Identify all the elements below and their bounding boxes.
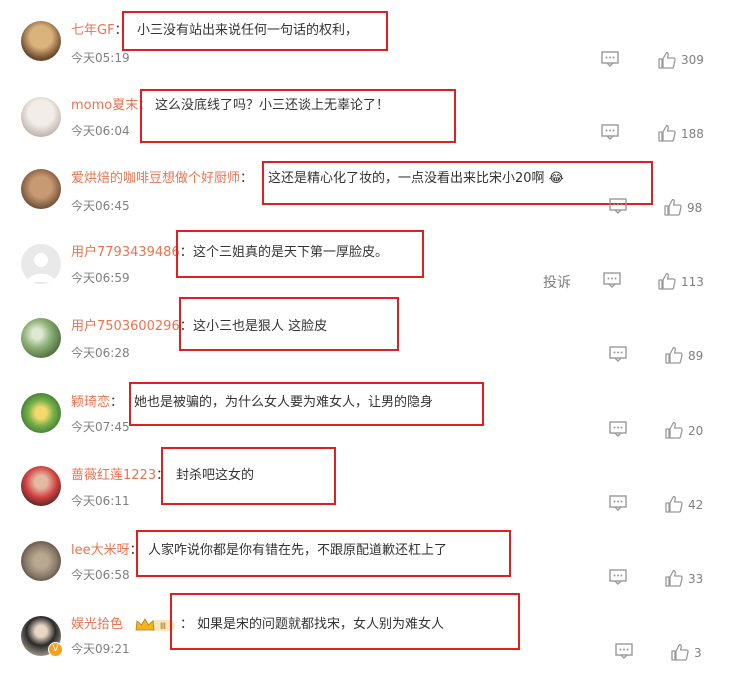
- comment-icon[interactable]: [615, 643, 633, 659]
- comment-text: 这还是精心化了妆的，一点没看出来比宋小20啊 😂: [268, 169, 564, 189]
- timestamp: 今天06:59: [71, 271, 130, 285]
- avatar[interactable]: [21, 318, 61, 358]
- like-icon[interactable]: [665, 569, 683, 587]
- comment-text: 封杀吧这女的: [176, 468, 255, 483]
- like-icon[interactable]: [665, 346, 683, 364]
- avatar[interactable]: [21, 97, 61, 137]
- comment-text: 这小三也是狠人 这脸皮: [193, 319, 328, 334]
- verified-badge-icon: V: [48, 642, 63, 657]
- like-count: 113: [681, 275, 704, 289]
- like-count: 89: [688, 349, 704, 363]
- comment-text: 这个三姐真的是天下第一厚脸皮。: [193, 245, 389, 260]
- username[interactable]: 颖琦恋: [71, 395, 110, 410]
- timestamp: 今天06:04: [71, 124, 130, 138]
- comment-icon[interactable]: [601, 51, 619, 67]
- comment-icon[interactable]: [609, 346, 627, 362]
- comment-text: 小三没有站出来说任何一句话的权利，: [137, 23, 359, 38]
- timestamp: 今天06:11: [71, 494, 130, 508]
- avatar[interactable]: [21, 169, 61, 209]
- default-avatar-icon: [27, 253, 55, 282]
- like-count: 3: [694, 646, 702, 660]
- comment-icon[interactable]: [609, 569, 627, 585]
- like-icon[interactable]: [664, 198, 682, 216]
- timestamp: 今天09:21: [71, 642, 130, 656]
- avatar[interactable]: [21, 244, 61, 284]
- like-count: 188: [681, 127, 704, 141]
- vip-level-label: Ⅲ: [160, 622, 166, 632]
- comment-text: 如果是宋的问题就都找宋，女人别为难女人: [197, 617, 445, 632]
- like-count: 309: [681, 53, 704, 67]
- timestamp: 今天06:28: [71, 346, 130, 360]
- comment-icon[interactable]: [603, 272, 621, 288]
- comment-icon[interactable]: [609, 421, 627, 437]
- comment-text: 这么没底线了吗？小三还谈上无辜论了！: [155, 98, 390, 113]
- username[interactable]: momo夏末: [71, 98, 138, 113]
- colon-separator: ：: [110, 395, 124, 410]
- username[interactable]: 用户7793439486: [71, 245, 180, 260]
- comment-text: 人家咋说你都是你有错在先，不跟原配道歉还杠上了: [148, 543, 448, 558]
- username[interactable]: 爱烘焙的咖啡豆想做个好厨师: [71, 171, 240, 186]
- username[interactable]: 七年GF: [71, 23, 115, 38]
- comment-text: 她也是被骗的，为什么女人要为难女人，让男的隐身: [134, 395, 434, 410]
- like-icon[interactable]: [658, 51, 676, 69]
- like-count: 98: [687, 201, 703, 215]
- timestamp: 今天07:45: [71, 420, 130, 434]
- comment-icon[interactable]: [609, 198, 627, 214]
- username[interactable]: 娱光拾色: [71, 617, 123, 632]
- timestamp: 今天06:45: [71, 199, 130, 213]
- laugh-emoji-icon: 😂: [548, 171, 564, 186]
- avatar[interactable]: [21, 21, 61, 61]
- comment-icon[interactable]: [609, 495, 627, 511]
- avatar[interactable]: [21, 466, 61, 506]
- timestamp: 今天05:19: [71, 51, 130, 65]
- comment-icon[interactable]: [601, 124, 619, 140]
- username[interactable]: 用户7503600296: [71, 319, 180, 334]
- username[interactable]: 蔷薇红莲1223: [71, 468, 156, 483]
- timestamp: 今天06:58: [71, 568, 130, 582]
- like-icon[interactable]: [665, 495, 683, 513]
- like-icon[interactable]: [671, 643, 689, 661]
- report-button[interactable]: 投诉: [543, 272, 571, 292]
- username[interactable]: lee大米呀: [71, 543, 130, 558]
- like-icon[interactable]: [658, 124, 676, 142]
- avatar[interactable]: [21, 541, 61, 581]
- like-count: 33: [688, 572, 704, 586]
- avatar[interactable]: [21, 393, 61, 433]
- like-icon[interactable]: [658, 272, 676, 290]
- like-icon[interactable]: [665, 421, 683, 439]
- like-count: 42: [688, 498, 704, 512]
- comment-text-body: 这还是精心化了妆的，一点没看出来比宋小20啊: [268, 171, 545, 186]
- like-count: 20: [688, 424, 704, 438]
- colon-separator: ：: [240, 171, 254, 186]
